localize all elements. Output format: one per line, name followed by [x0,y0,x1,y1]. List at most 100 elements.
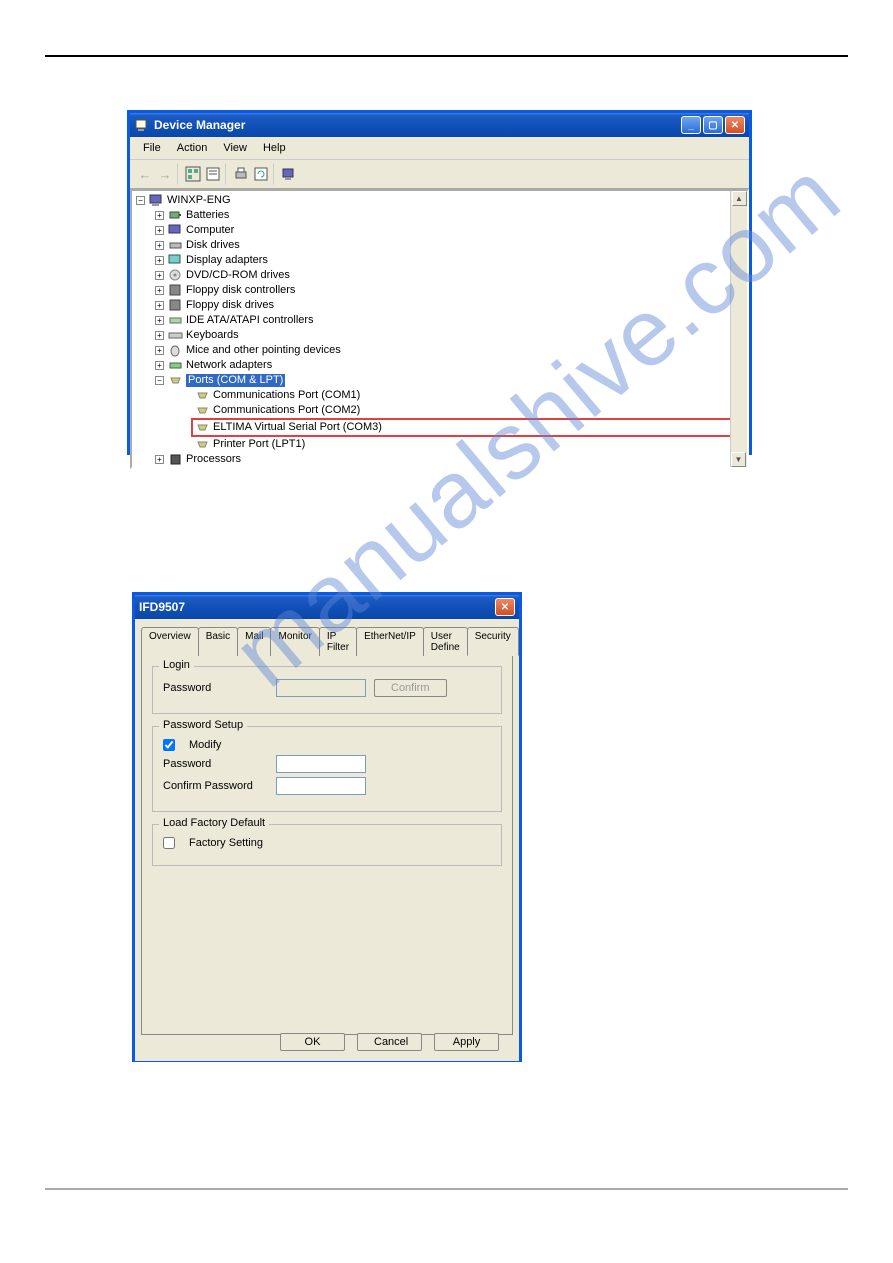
port-icon [195,420,210,435]
cancel-button[interactable]: Cancel [357,1033,422,1051]
scroll-down-button[interactable]: ▼ [731,452,746,467]
scroll-up-button[interactable]: ▲ [732,191,747,206]
titlebar[interactable]: IFD9507 ✕ [135,595,519,619]
tab-security[interactable]: Security [467,627,519,656]
tab-monitor[interactable]: Monitor [270,627,319,656]
tree-item[interactable]: + Keyboards [155,328,743,343]
tree-label: Batteries [186,209,229,222]
tree-label: Printer Port (LPT1) [213,438,305,451]
tree-item[interactable]: + Disk drives [155,238,743,253]
expand-icon[interactable]: + [155,455,164,464]
tab-ipfilter[interactable]: IP Filter [319,627,357,656]
close-button[interactable]: ✕ [725,116,745,134]
tree-item[interactable]: + Batteries [155,208,743,223]
disk-icon [168,238,183,253]
group-title-login: Login [159,659,194,671]
port-icon [195,437,210,452]
menu-action[interactable]: Action [170,140,215,156]
vertical-scrollbar[interactable]: ▲ ▼ [730,191,747,467]
expand-icon[interactable]: + [155,286,164,295]
expand-icon[interactable]: + [155,211,164,220]
apply-button[interactable]: Apply [434,1033,499,1051]
tree-item-ports[interactable]: − Ports (COM & LPT) [155,373,743,388]
expand-icon[interactable]: + [155,316,164,325]
collapse-icon[interactable]: − [155,376,164,385]
floppy-icon [168,298,183,313]
tree-label: Processors [186,453,241,466]
tree-label: Floppy disk drives [186,299,274,312]
expand-icon[interactable]: + [155,271,164,280]
tree-label: Mice and other pointing devices [186,344,341,357]
tab-ethernetip[interactable]: EtherNet/IP [356,627,424,656]
menu-view[interactable]: View [216,140,254,156]
tree-item[interactable]: + IDE ATA/ATAPI controllers [155,313,743,328]
collapse-icon[interactable]: − [136,196,145,205]
tree-label: Keyboards [186,329,239,342]
titlebar[interactable]: Device Manager _ ▢ ✕ [130,113,749,137]
tree-item[interactable]: + Floppy disk drives [155,298,743,313]
tab-overview[interactable]: Overview [141,627,199,656]
expand-icon[interactable]: + [155,331,164,340]
port-child[interactable]: Communications Port (COM1) [195,388,743,403]
minimize-button[interactable]: _ [681,116,701,134]
modify-checkbox[interactable] [163,739,175,751]
root-node[interactable]: −WINXP-ENG [136,193,743,208]
dvd-icon [168,268,183,283]
close-button[interactable]: ✕ [495,598,515,616]
display-icon [168,253,183,268]
group-login: Login Password Confirm [152,666,502,714]
tree-label: Communications Port (COM2) [213,404,360,417]
tree-item[interactable]: + Computer [155,223,743,238]
expand-icon[interactable]: + [155,301,164,310]
tree-item[interactable]: + Display adapters [155,253,743,268]
tree-label-selected: Ports (COM & LPT) [186,374,285,387]
back-button: ← [134,163,156,185]
tab-basic[interactable]: Basic [198,627,238,656]
menu-help[interactable]: Help [256,140,293,156]
expand-icon[interactable]: + [155,241,164,250]
setup-confirm-input[interactable] [276,777,366,795]
refresh-button[interactable] [252,163,274,185]
ide-icon [168,313,183,328]
expand-icon[interactable]: + [155,226,164,235]
tree-item[interactable]: + Floppy disk controllers [155,283,743,298]
port-icon [195,403,210,418]
device-tree: −WINXP-ENG + Batteries + Computer + Disk dr… [130,189,749,469]
computer-icon [149,193,164,208]
show-hidden-button[interactable] [182,163,204,185]
maximize-button[interactable]: ▢ [703,116,723,134]
tab-mail[interactable]: Mail [237,627,271,656]
properties-button[interactable] [204,163,226,185]
login-password-label: Password [163,682,268,694]
page-divider-top [45,55,848,57]
factory-checkbox[interactable] [163,837,175,849]
print-button[interactable] [230,163,252,185]
port-child[interactable]: Communications Port (COM2) [195,403,743,418]
tree-label: Computer [186,224,234,237]
tree-item[interactable]: +Network adapters [155,358,743,373]
scsi-icon [168,467,183,469]
tree-label: Disk drives [186,239,240,252]
tree-item[interactable]: + Processors [155,452,743,467]
menu-file[interactable]: File [136,140,168,156]
tree-label: IDE ATA/ATAPI controllers [186,314,314,327]
expand-icon[interactable]: + [155,256,164,265]
page-divider-bottom [45,1188,848,1190]
ok-button[interactable]: OK [280,1033,345,1051]
tree-item[interactable]: + Mice and other pointing devices [155,343,743,358]
tree-item[interactable]: +SCSI and RAID controllers [155,467,743,469]
tab-userdefine[interactable]: User Define [423,627,468,656]
setup-confirm-label: Confirm Password [163,780,268,792]
tree-label: Floppy disk controllers [186,284,295,297]
expand-icon[interactable]: + [155,346,164,355]
expand-icon[interactable]: + [155,361,164,370]
tree-label: Display adapters [186,254,268,267]
setup-password-input[interactable] [276,755,366,773]
ifd9507-dialog: IFD9507 ✕ Overview Basic Mail Monitor IP… [132,592,522,1062]
floppy-icon [168,283,183,298]
tree-item[interactable]: + DVD/CD-ROM drives [155,268,743,283]
scan-button[interactable] [278,163,300,185]
port-child[interactable]: Printer Port (LPT1) [195,437,743,452]
port-child-highlighted[interactable]: ELTIMA Virtual Serial Port (COM3) [191,418,743,437]
tree-label: DVD/CD-ROM drives [186,269,290,282]
